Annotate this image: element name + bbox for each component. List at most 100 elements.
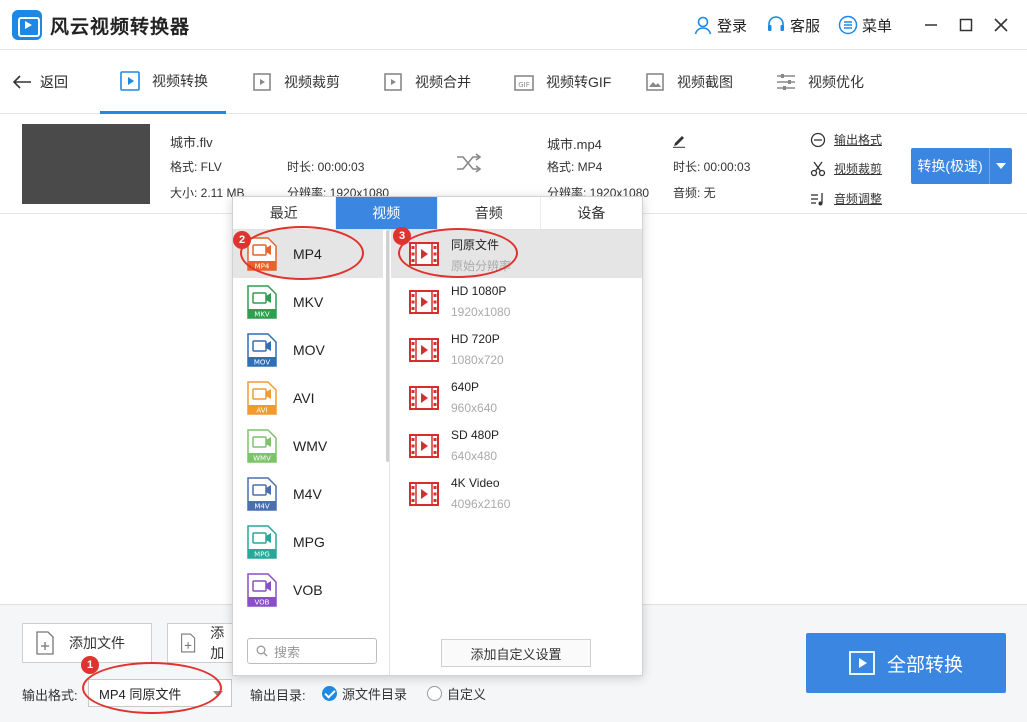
- minimize-icon: [925, 24, 937, 26]
- svg-text:MPG: MPG: [254, 551, 270, 559]
- format-item-mkv[interactable]: MKV MKV: [233, 278, 383, 326]
- format-item-m4v[interactable]: M4V M4V: [233, 470, 383, 518]
- resolution-name: SD 480P: [451, 428, 500, 442]
- video-thumbnail[interactable]: [22, 124, 150, 204]
- convert-fast-label: 转换(极速): [917, 158, 983, 174]
- service-label: 客服: [790, 17, 821, 35]
- convert-options-dropdown[interactable]: [989, 148, 1012, 184]
- video-file-icon: M4V: [247, 477, 277, 511]
- service-button[interactable]: 客服: [766, 14, 820, 36]
- popup-tab-recent[interactable]: 最近: [233, 197, 336, 229]
- resolution-size: 1920x1080: [451, 305, 511, 319]
- resolution-name: 640P: [451, 380, 480, 394]
- close-button[interactable]: [990, 14, 1012, 36]
- target-format: 格式: MP4: [547, 160, 603, 174]
- format-item-label: M4V: [293, 486, 322, 502]
- tab-video-optimize[interactable]: 视频优化: [774, 50, 864, 114]
- convert-all-button[interactable]: 全部转换: [806, 633, 1006, 693]
- back-button[interactable]: 返回: [12, 72, 68, 92]
- popup-tab-audio[interactable]: 音频: [438, 197, 541, 229]
- film-strip-icon: [409, 386, 439, 410]
- video-file-icon: MOV: [247, 333, 277, 367]
- format-item-mpg[interactable]: MPG MPG: [233, 518, 383, 566]
- format-item-wmv[interactable]: WMV WMV: [233, 422, 383, 470]
- resolution-size: 640x480: [451, 449, 498, 463]
- convert-all-label: 全部转换: [886, 654, 963, 676]
- video-file-icon: MKV: [247, 285, 277, 319]
- target-audio: 音频: 无: [673, 186, 716, 200]
- headset-icon: [768, 16, 784, 31]
- add-folder-button[interactable]: 添加: [167, 623, 233, 663]
- edit-pencil-icon[interactable]: [672, 134, 686, 148]
- resolution-item[interactable]: HD 720P 1080x720: [391, 326, 642, 374]
- shuffle-icon: [457, 153, 482, 173]
- menu-button[interactable]: 菜单: [838, 14, 892, 36]
- resolution-item[interactable]: 640P 960x640: [391, 374, 642, 422]
- search-icon: [256, 645, 268, 657]
- format-list-scrollbar[interactable]: [386, 230, 389, 462]
- sliders-icon: [777, 74, 795, 90]
- video-file-icon: AVI: [247, 381, 277, 415]
- resolution-item[interactable]: SD 480P 640x480: [391, 422, 642, 470]
- tab-video-convert[interactable]: 视频转换: [100, 50, 226, 114]
- add-custom-setting-button[interactable]: 添加自定义设置: [441, 639, 591, 667]
- format-item-mov[interactable]: MOV MOV: [233, 326, 383, 374]
- login-button[interactable]: 登录: [693, 14, 747, 36]
- resolution-size: 1080x720: [451, 353, 504, 367]
- resolution-list: 同原文件 原始分辨率 HD 1080P 1920x1080 HD 720P 1080x72…: [391, 230, 642, 675]
- tab-video-to-gif[interactable]: GIF 视频转GIF: [512, 50, 611, 114]
- video-convert-icon: [120, 70, 140, 91]
- video-crop-link-label: 视频裁剪: [834, 162, 883, 176]
- annotation-badge-2: 2: [233, 231, 251, 249]
- audio-adjust-link[interactable]: 音频调整: [810, 190, 882, 207]
- dir-source-label: 源文件目录: [342, 687, 408, 702]
- format-search-input[interactable]: 搜索: [247, 638, 377, 664]
- tab-video-screenshot[interactable]: 视频截图: [643, 50, 733, 114]
- dir-custom-radio[interactable]: 自定义: [427, 684, 486, 703]
- film-strip-icon: [409, 482, 439, 506]
- dir-source-radio[interactable]: 源文件目录: [322, 684, 407, 703]
- video-file-icon: VOB: [247, 573, 277, 607]
- convert-fast-button[interactable]: 转换(极速): [911, 148, 1012, 184]
- resolution-size: 960x640: [451, 401, 498, 415]
- scissors-icon: [810, 161, 826, 176]
- svg-text:MKV: MKV: [254, 311, 270, 319]
- resolution-name: HD 720P: [451, 332, 500, 346]
- screenshot-icon: [646, 73, 664, 91]
- format-item-avi[interactable]: AVI AVI: [233, 374, 383, 422]
- output-format-link[interactable]: 输出格式: [810, 131, 882, 148]
- resolution-item[interactable]: 4K Video 4096x2160: [391, 470, 642, 518]
- resolution-item[interactable]: HD 1080P 1920x1080: [391, 278, 642, 326]
- format-item-vob[interactable]: VOB VOB: [233, 566, 383, 614]
- format-icon: [810, 132, 826, 147]
- close-icon: [994, 18, 1008, 32]
- source-duration: 时长: 00:00:03: [287, 160, 365, 174]
- menu-icon: [838, 15, 858, 35]
- tab-label: 视频截图: [677, 74, 733, 90]
- source-format: 格式: FLV: [170, 160, 222, 174]
- format-item-label: AVI: [293, 390, 315, 406]
- tab-video-crop[interactable]: 视频裁剪: [250, 50, 340, 114]
- format-item-label: MKV: [293, 294, 324, 310]
- tab-label: 视频裁剪: [284, 74, 340, 90]
- output-format-link-label: 输出格式: [834, 133, 883, 147]
- add-folder-label: 添加: [210, 625, 225, 661]
- minimize-button[interactable]: [920, 14, 942, 36]
- function-tab-bar: 返回 视频转换 视频裁剪 视频合并 GIF 视频转GIF 视频截图 视频优化: [0, 50, 1027, 114]
- maximize-button[interactable]: [955, 14, 977, 36]
- video-file-icon: MPG: [247, 525, 277, 559]
- annotation-badge-3: 3: [393, 227, 411, 245]
- video-crop-link[interactable]: 视频裁剪: [810, 160, 882, 177]
- popup-tab-device[interactable]: 设备: [541, 197, 643, 229]
- svg-text:WMV: WMV: [253, 455, 271, 463]
- tab-video-merge[interactable]: 视频合并: [381, 50, 471, 114]
- music-icon: [811, 192, 823, 205]
- resolution-size: 4096x2160: [451, 497, 511, 511]
- login-label: 登录: [717, 17, 748, 35]
- caret-down-icon: [996, 163, 1006, 169]
- format-list: MP4 MP4 MKV MKV MOV MOV AVI AVI WMV WMV M4V M4V MPG M…: [233, 230, 390, 675]
- popup-tab-video[interactable]: 视频: [335, 197, 438, 229]
- annotation-ellipse-3: [398, 228, 518, 278]
- audio-adjust-link-label: 音频调整: [834, 192, 883, 206]
- add-file-label: 添加文件: [69, 635, 125, 651]
